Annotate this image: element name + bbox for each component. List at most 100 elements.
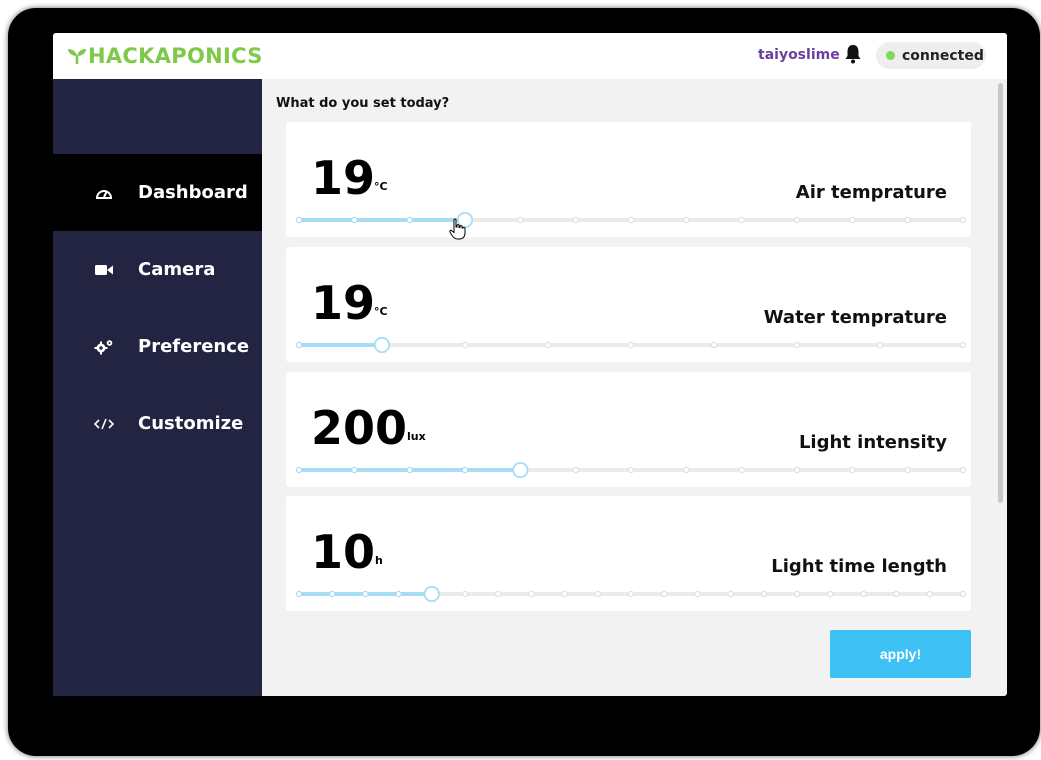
slider-tick[interactable] xyxy=(904,216,911,224)
setting-value: 200 xyxy=(311,401,408,455)
slider-tick[interactable] xyxy=(827,590,834,598)
video-camera-icon xyxy=(94,260,114,280)
slider-tick[interactable] xyxy=(544,341,552,349)
setting-unit: °C xyxy=(374,180,388,193)
setting-card-water-temperature: 19 °C Water temprature xyxy=(286,247,971,362)
slider-tick[interactable] xyxy=(461,466,469,474)
slider-tick[interactable] xyxy=(362,590,369,598)
sidebar-item-label: Customize xyxy=(138,413,244,434)
slider-tick[interactable] xyxy=(683,216,690,224)
sidebar-item-label: Camera xyxy=(138,259,216,280)
setting-label: Light intensity xyxy=(798,432,947,453)
slider-tick[interactable] xyxy=(594,590,601,598)
slider-tick[interactable] xyxy=(793,216,801,224)
setting-card-air-temperature: 19 °C Air temprature xyxy=(286,122,971,237)
app-window: HACKAPONICS taiyoslime connected Dashboa… xyxy=(53,33,1007,696)
setting-card-light-intensity: 200 lux Light intensity xyxy=(286,372,971,487)
light-time-length-slider[interactable] xyxy=(296,586,966,602)
setting-unit: °C xyxy=(374,305,388,318)
setting-unit: lux xyxy=(407,430,426,443)
slider-handle[interactable] xyxy=(512,462,529,478)
sidebar-item-camera[interactable]: Camera xyxy=(53,231,262,308)
slider-tick[interactable] xyxy=(351,216,358,224)
slider-tick[interactable] xyxy=(738,216,745,224)
slider-tick[interactable] xyxy=(572,466,579,474)
slider-tick[interactable] xyxy=(461,341,469,349)
slider-tick[interactable] xyxy=(395,590,402,598)
slider-tick[interactable] xyxy=(528,590,535,598)
slider-tick[interactable] xyxy=(876,341,884,349)
slider-tick[interactable] xyxy=(849,216,856,224)
connection-status-badge: connected xyxy=(876,42,986,69)
slider-tick[interactable] xyxy=(760,590,767,598)
gauge-icon xyxy=(94,183,114,203)
slider-tick[interactable] xyxy=(959,216,966,224)
slider-tick[interactable] xyxy=(296,590,303,598)
slider-tick[interactable] xyxy=(329,590,336,598)
setting-label: Water temprature xyxy=(763,307,947,328)
slider-tick[interactable] xyxy=(296,466,303,474)
slider-handle[interactable] xyxy=(423,586,440,602)
slider-tick[interactable] xyxy=(494,590,502,598)
slider-tick[interactable] xyxy=(710,341,718,349)
slider-tick[interactable] xyxy=(893,590,900,598)
light-intensity-slider[interactable] xyxy=(296,462,966,478)
slider-tick[interactable] xyxy=(926,590,934,598)
setting-label: Light time length xyxy=(771,556,947,577)
slider-tick[interactable] xyxy=(793,466,801,474)
sidebar-item-label: Dashboard xyxy=(138,182,248,203)
setting-card-light-time-length: 10 h Light time length xyxy=(286,496,971,611)
slider-tick[interactable] xyxy=(561,590,568,598)
status-dot-icon xyxy=(886,51,895,60)
setting-value: 19 xyxy=(311,276,376,330)
slider-tick[interactable] xyxy=(406,216,413,224)
slider-tick[interactable] xyxy=(461,590,469,598)
slider-tick[interactable] xyxy=(959,341,966,349)
slider-tick[interactable] xyxy=(959,590,966,598)
slider-tick[interactable] xyxy=(694,590,701,598)
slider-tick[interactable] xyxy=(572,216,579,224)
slider-tick[interactable] xyxy=(296,216,303,224)
logo-text: HACKAPONICS xyxy=(88,44,263,68)
username-link[interactable]: taiyoslime xyxy=(758,47,840,63)
apply-button[interactable]: apply! xyxy=(830,630,971,678)
slider-tick[interactable] xyxy=(627,216,635,224)
slider-tick[interactable] xyxy=(627,466,635,474)
slider-tick[interactable] xyxy=(860,590,867,598)
slider-tick[interactable] xyxy=(517,216,524,224)
sidebar-item-label: Preference xyxy=(138,336,250,357)
slider-handle[interactable] xyxy=(373,337,391,353)
slider-tick[interactable] xyxy=(683,466,690,474)
sidebar-item-preference[interactable]: Preference xyxy=(53,308,262,385)
slider-tick[interactable] xyxy=(406,466,413,474)
hand-cursor-icon xyxy=(449,218,466,240)
code-icon xyxy=(94,414,114,434)
slider-tick[interactable] xyxy=(661,590,668,598)
setting-value: 10 xyxy=(311,525,376,579)
connection-status-text: connected xyxy=(902,47,984,64)
app-logo[interactable]: HACKAPONICS xyxy=(67,43,263,69)
slider-tick[interactable] xyxy=(793,590,801,598)
page-title: What do you set today? xyxy=(276,96,450,111)
slider-tick[interactable] xyxy=(849,466,856,474)
sidebar: Dashboard Camera Preference Customize xyxy=(53,79,262,696)
slider-tick[interactable] xyxy=(959,466,966,474)
setting-value: 19 xyxy=(311,151,376,205)
slider-tick[interactable] xyxy=(296,341,303,349)
slider-tick[interactable] xyxy=(727,590,734,598)
slider-tick[interactable] xyxy=(793,341,801,349)
sprout-icon xyxy=(68,49,86,64)
sidebar-item-dashboard[interactable]: Dashboard xyxy=(53,154,262,231)
sidebar-item-customize[interactable]: Customize xyxy=(53,385,262,462)
scrollbar[interactable] xyxy=(998,83,1003,503)
slider-tick[interactable] xyxy=(351,466,358,474)
slider-tick[interactable] xyxy=(627,590,635,598)
setting-label: Air temprature xyxy=(795,182,947,203)
slider-tick[interactable] xyxy=(904,466,911,474)
bell-icon[interactable] xyxy=(844,44,862,64)
air-temperature-slider[interactable] xyxy=(296,212,966,228)
gears-icon xyxy=(94,337,114,357)
water-temperature-slider[interactable] xyxy=(296,337,966,353)
slider-tick[interactable] xyxy=(738,466,745,474)
slider-tick[interactable] xyxy=(627,341,635,349)
